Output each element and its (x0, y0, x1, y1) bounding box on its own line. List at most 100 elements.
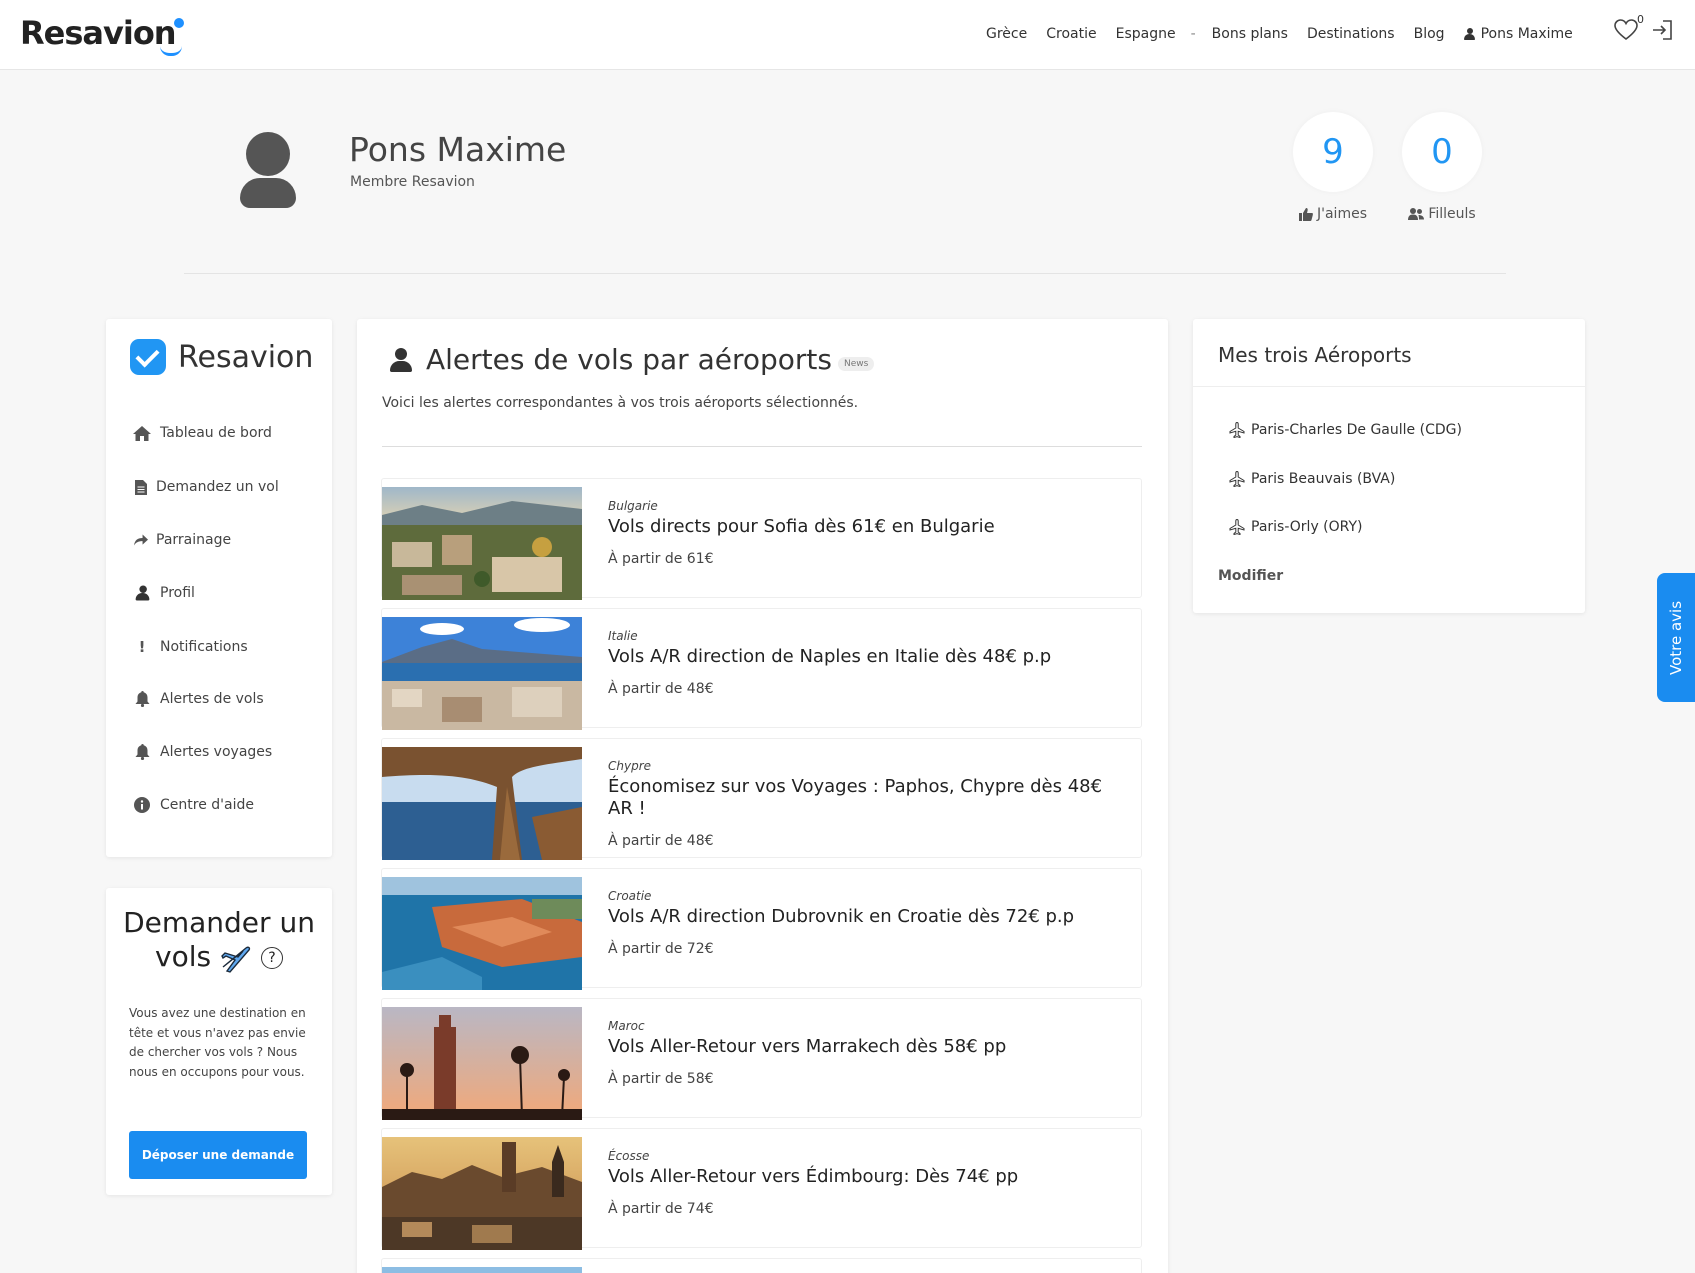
airport-item-ory: Paris-Orly (ORY) (1229, 519, 1363, 535)
site-logo[interactable]: Resavion (20, 14, 184, 56)
nav-link-grece[interactable]: Grèce (986, 26, 1027, 42)
nav-link-destinations[interactable]: Destinations (1307, 26, 1395, 42)
deal-title[interactable]: Vols Aller-Retour vers Édimbourg: Dès 74… (608, 1166, 1118, 1188)
likes-label: J'aimes (1317, 206, 1367, 222)
deal-title[interactable]: Vols directs pour Sofia dès 61€ en Bulga… (608, 516, 1118, 538)
deal-price: À partir de 61€ (608, 551, 714, 567)
deal-title[interactable]: Vols A/R direction Dubrovnik en Croatie … (608, 906, 1118, 928)
nav-link-blog[interactable]: Blog (1414, 26, 1445, 42)
nav-user-menu[interactable]: Pons Maxime (1463, 26, 1592, 42)
sidebar-brand: Resavion (130, 339, 313, 375)
thumbs-up-icon (1299, 207, 1313, 221)
flight-alerts-panel: Alertes de vols par aéroports News Voici… (357, 319, 1168, 1273)
deal-price: À partir de 72€ (608, 941, 714, 957)
sidebar-item-label: Parrainage (156, 532, 232, 548)
referrals-stat[interactable]: 0 Filleuls (1400, 112, 1484, 222)
sidebar-item-label: Profil (160, 585, 195, 601)
home-icon (132, 425, 152, 441)
logo-text: Resavion (20, 14, 177, 52)
exclamation-icon: ! (138, 638, 146, 656)
user-icon (390, 347, 412, 372)
nav-link-espagne[interactable]: Espagne (1116, 26, 1176, 42)
sidebar-item-label: Centre d'aide (160, 797, 254, 813)
users-icon (1408, 208, 1425, 220)
deal-price: À partir de 48€ (608, 833, 714, 849)
deal-image-dubrovnik (382, 877, 582, 990)
profile-subtitle: Membre Resavion (350, 174, 475, 190)
sidebar-item-flight-alerts[interactable]: Alertes de vols (132, 691, 264, 707)
plane-icon (1229, 519, 1245, 535)
sidebar-item-label: Tableau de bord (160, 425, 272, 441)
main-nav: Grèce Croatie Espagne - Bons plans Desti… (986, 26, 1611, 42)
deal-country: Écosse (608, 1149, 650, 1163)
nav-user-name: Pons Maxime (1480, 26, 1573, 42)
deal-price: À partir de 58€ (608, 1071, 714, 1087)
deal-card[interactable]: Écosse Vols Aller-Retour vers Édimbourg:… (381, 1128, 1142, 1250)
logout-icon (1653, 20, 1672, 40)
request-flight-card: Demander un vols ? Vous avez une destina… (106, 888, 332, 1195)
airports-card: Mes trois Aéroports Paris-Charles De Gau… (1193, 319, 1585, 613)
sidebar-item-profile[interactable]: Profil (132, 585, 195, 601)
deal-card[interactable]: Maroc Vols Aller-Retour vers Marrakech d… (381, 998, 1142, 1120)
logout-button[interactable] (1650, 18, 1674, 46)
deal-card[interactable]: Italie Vols A/R direction de Naples en I… (381, 608, 1142, 730)
wishlist-button[interactable]: 0 (1614, 13, 1644, 45)
news-badge: News (837, 356, 875, 371)
airport-name: Paris-Orly (ORY) (1251, 519, 1363, 535)
dashboard-sidebar: Resavion Tableau de bord Demandez un vol… (106, 319, 332, 857)
header-actions: 0 (1614, 13, 1674, 46)
sidebar-item-referral[interactable]: Parrainage (134, 532, 231, 548)
plane-icon (1229, 471, 1245, 487)
sidebar-item-notifications[interactable]: ! Notifications (132, 638, 248, 656)
deal-card[interactable] (381, 1258, 1142, 1273)
sidebar-item-label: Alertes voyages (160, 744, 273, 760)
deal-image-marrakech (382, 1007, 582, 1120)
deal-country: Bulgarie (608, 499, 658, 513)
submit-request-button[interactable]: Déposer une demande (129, 1131, 307, 1179)
nav-separator: - (1190, 26, 1196, 42)
sidebar-item-help-center[interactable]: Centre d'aide (132, 797, 254, 813)
panel-divider (382, 446, 1142, 447)
airport-name: Paris-Charles De Gaulle (CDG) (1251, 422, 1462, 438)
request-card-text: Vous avez une destination en tête et vou… (129, 1006, 306, 1079)
deal-title[interactable]: Vols Aller-Retour vers Marrakech dès 58€… (608, 1036, 1118, 1058)
referrals-count: 0 (1402, 112, 1482, 192)
deal-image-edinburgh (382, 1137, 582, 1250)
profile-name: Pons Maxime (349, 130, 567, 169)
help-question-icon[interactable]: ? (260, 947, 283, 969)
deal-price: À partir de 48€ (608, 681, 714, 697)
deal-card[interactable]: Chypre Économisez sur vos Voyages : Paph… (381, 738, 1142, 860)
deal-country: Chypre (608, 759, 652, 773)
sidebar-item-request-flight[interactable]: Demandez un vol (134, 479, 279, 495)
deal-card[interactable]: Bulgarie Vols directs pour Sofia dès 61€… (381, 478, 1142, 600)
deal-image-naples (382, 617, 582, 730)
heart-icon (1614, 19, 1638, 41)
deal-title[interactable]: Vols A/R direction de Naples en Italie d… (608, 646, 1118, 668)
feedback-tab-label: Votre avis (1667, 600, 1686, 675)
panel-subtitle: Voici les alertes correspondantes à vos … (382, 395, 859, 411)
sidebar-item-travel-alerts[interactable]: Alertes voyages (132, 744, 272, 760)
deal-price: À partir de 74€ (608, 1201, 714, 1217)
referrals-label: Filleuls (1428, 206, 1476, 222)
feedback-tab[interactable]: Votre avis (1657, 573, 1695, 702)
airports-divider (1193, 386, 1585, 387)
deal-title[interactable]: Économisez sur vos Voyages : Paphos, Chy… (608, 776, 1118, 820)
modify-airports-link[interactable]: Modifier (1218, 568, 1283, 584)
profile-divider (184, 273, 1506, 274)
panel-title: Alertes de vols par aéroports News (390, 343, 875, 376)
nav-link-bons-plans[interactable]: Bons plans (1212, 26, 1288, 42)
deal-card[interactable]: Croatie Vols A/R direction Dubrovnik en … (381, 868, 1142, 990)
wishlist-count: 0 (1637, 13, 1644, 26)
deal-country: Croatie (608, 889, 652, 903)
airports-title: Mes trois Aéroports (1218, 343, 1412, 367)
sidebar-item-dashboard[interactable]: Tableau de bord (132, 425, 272, 441)
likes-stat[interactable]: 9 J'aimes (1291, 112, 1375, 222)
logo-swoosh-icon (159, 46, 182, 56)
likes-count: 9 (1293, 112, 1373, 192)
nav-link-croatie[interactable]: Croatie (1046, 26, 1096, 42)
deal-country: Maroc (608, 1019, 645, 1033)
profile-avatar (240, 132, 296, 208)
deal-image-paphos (382, 747, 582, 860)
panel-title-text: Alertes de vols par aéroports (426, 343, 832, 376)
airplane-icon (221, 946, 251, 973)
